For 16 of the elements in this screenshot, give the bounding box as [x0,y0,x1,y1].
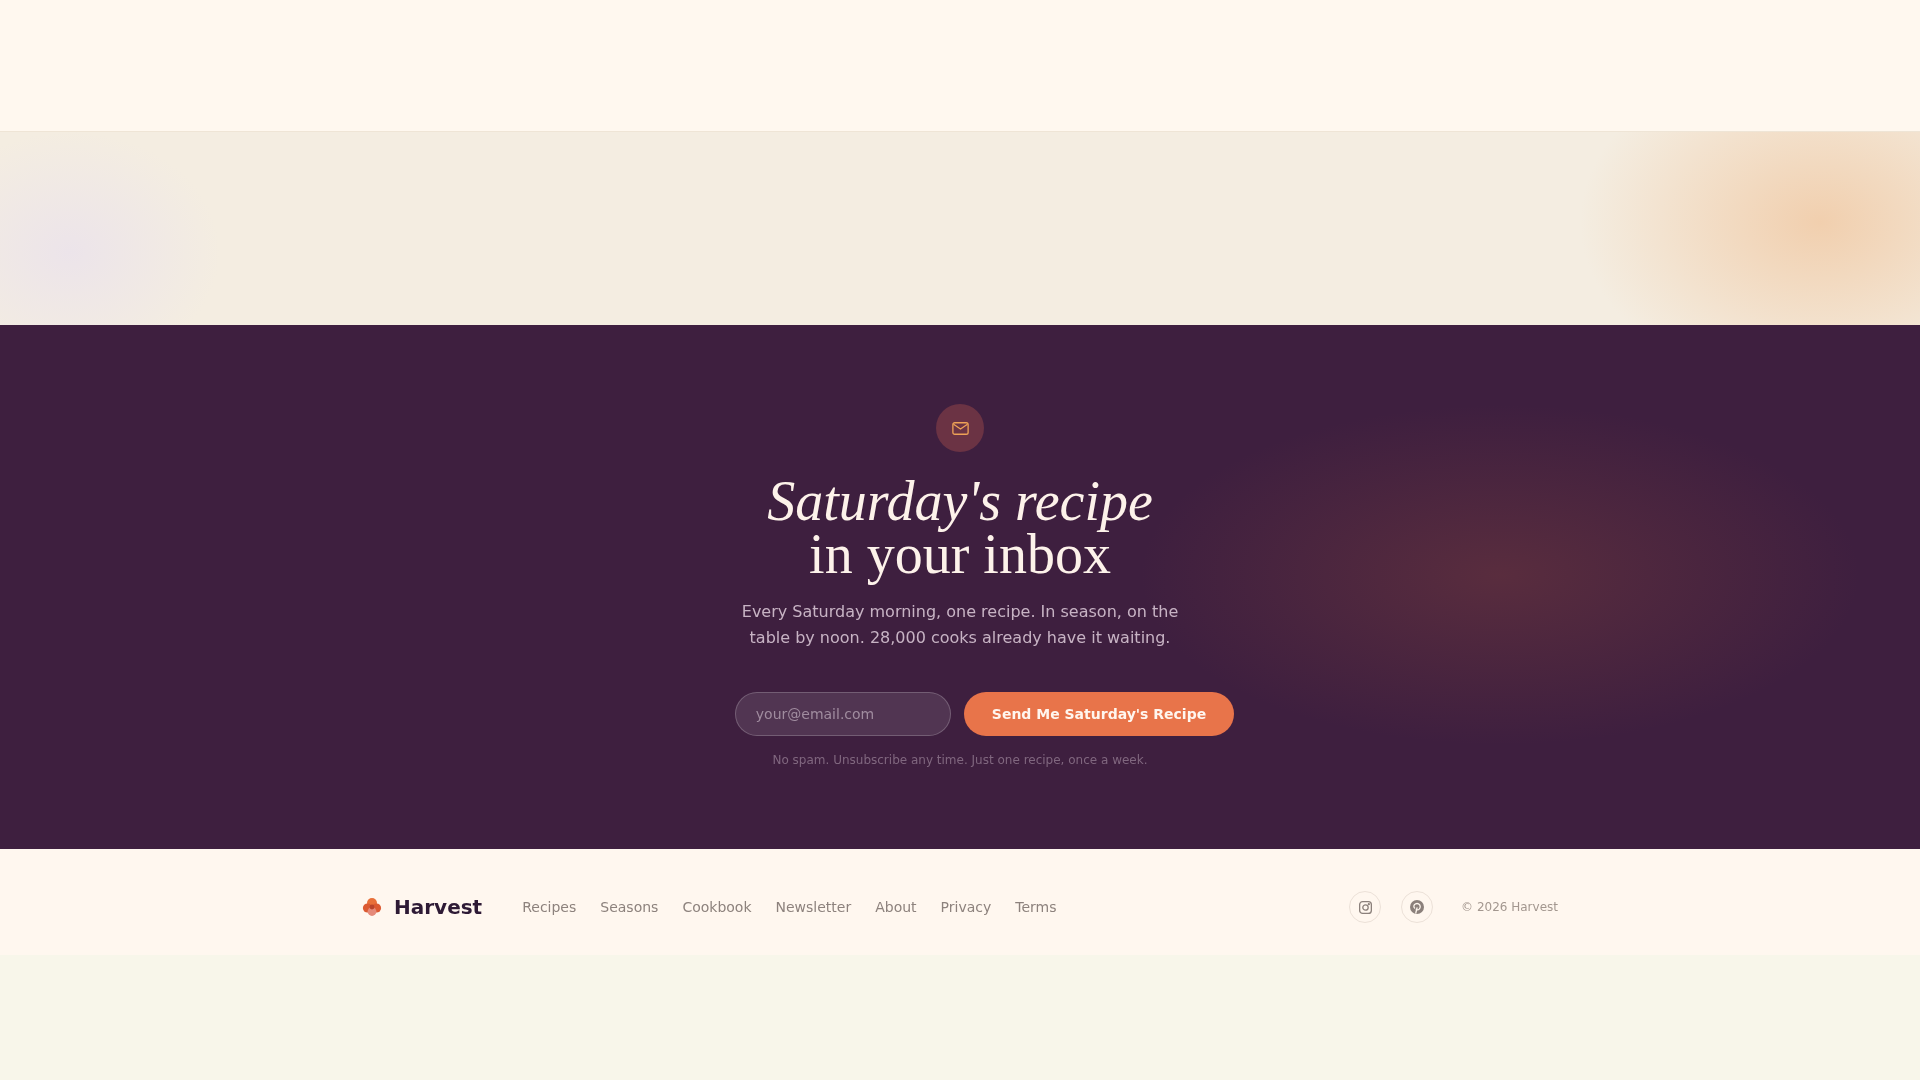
footer-link[interactable]: Newsletter [775,897,852,917]
footer-link[interactable]: Terms [1015,897,1057,917]
camera-outline-icon [1358,900,1372,914]
footer-link[interactable]: Seasons [600,897,659,917]
newsletter-description: Every Saturday morning, one recipe. In season, on the table by noon. 28,000 cooks already have it waiting. [740,601,1180,649]
footer-link[interactable]: About [875,897,917,917]
pin-circle-icon [1410,900,1425,914]
footer-link[interactable]: Cookbook [682,897,752,917]
submit-button[interactable]: Send Me Saturday's Recipe [963,692,1235,736]
logo-icon [362,897,382,917]
footer-link[interactable]: Recipes [522,897,577,917]
envelope-icon [936,404,984,452]
privacy-note: No spam. Unsubscribe any time. Just one recipe, once a week. [772,752,1148,768]
copyright: © 2026 Harvest [1461,899,1558,915]
brand-name: Harvest [394,894,483,921]
footer-link[interactable]: Privacy [940,897,992,917]
